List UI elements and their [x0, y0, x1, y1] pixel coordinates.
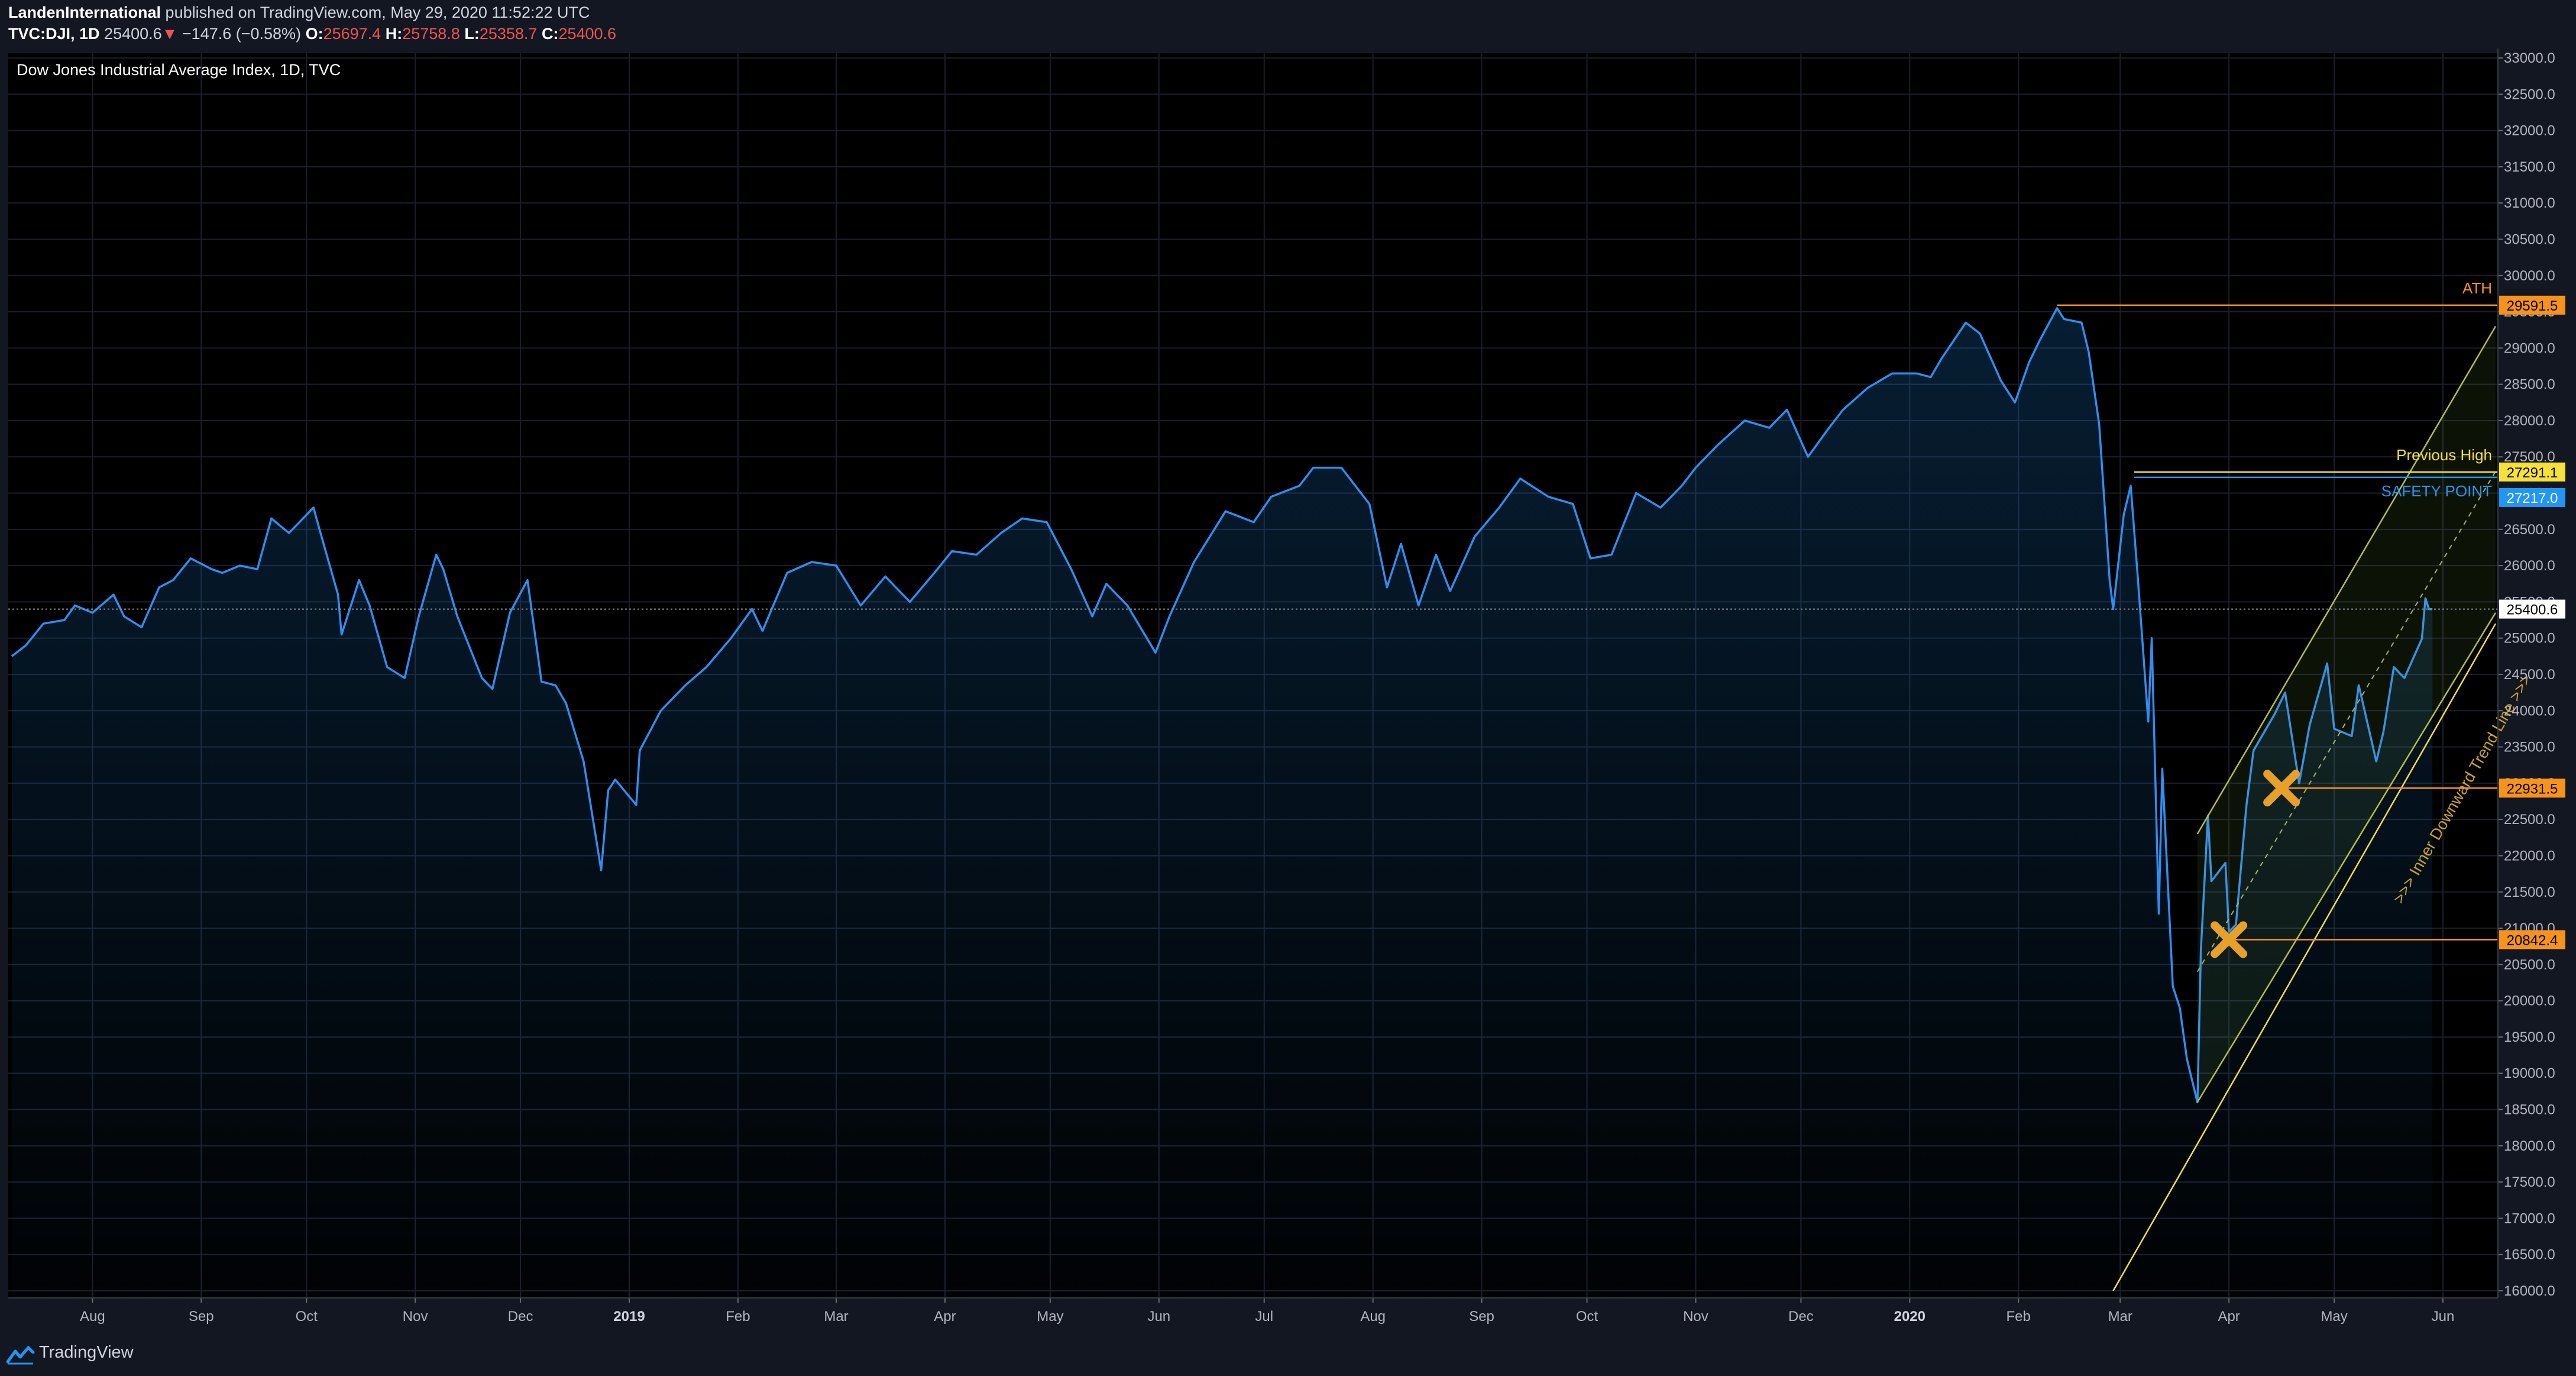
y-tick-label: 22500.0 — [2504, 812, 2555, 828]
y-tick-label: 29000.0 — [2504, 340, 2555, 356]
x-tick-label: May — [2321, 1309, 2347, 1325]
chart-title: Dow Jones Industrial Average Index, 1D, … — [17, 61, 341, 79]
x-tick-label: Dec — [1788, 1309, 1814, 1325]
x-tick-label: Jun — [2432, 1309, 2455, 1325]
y-axis-ticks: 16000.0 16500.0 17000.0 17500.0 18000.0 18500… — [2497, 49, 2555, 1299]
x-tick-label: Oct — [296, 1309, 318, 1325]
y-tick-label: 20000.0 — [2504, 993, 2555, 1009]
x-tick-label: Jun — [1147, 1309, 1170, 1325]
price-chart[interactable]: Dow Jones Industrial Average Index, 1D, … — [0, 0, 2576, 1333]
y-tick-label: 24000.0 — [2504, 703, 2555, 719]
x-tick-label: Jul — [1255, 1309, 1273, 1325]
price-tag-value: 20842.4 — [2507, 932, 2558, 948]
footer: TradingView — [0, 1333, 2576, 1376]
y-tick-label: 17000.0 — [2504, 1210, 2555, 1226]
x-tick-label: Apr — [934, 1309, 956, 1325]
x-tick-label: Mar — [2108, 1309, 2132, 1325]
y-tick-label: 28000.0 — [2504, 413, 2555, 429]
y-tick-label: 23500.0 — [2504, 739, 2555, 755]
x-tick-label: May — [1037, 1309, 1063, 1325]
y-tick-label: 30000.0 — [2504, 268, 2555, 284]
y-tick-label: 20500.0 — [2504, 957, 2555, 973]
level-label: ATH — [2462, 279, 2492, 297]
x-tick-label: Mar — [824, 1309, 848, 1325]
price-tag-value: 29591.5 — [2507, 298, 2558, 314]
x-tick-label: Nov — [1683, 1309, 1708, 1325]
x-tick-label: Feb — [726, 1309, 750, 1325]
y-tick-label: 32500.0 — [2504, 86, 2555, 102]
y-tick-label: 19500.0 — [2504, 1029, 2555, 1045]
y-tick-label: 31000.0 — [2504, 195, 2555, 211]
y-tick-label: 30500.0 — [2504, 231, 2555, 247]
x-tick-label: Nov — [403, 1309, 428, 1325]
tradingview-logo-icon[interactable] — [6, 1344, 35, 1365]
y-tick-label: 18500.0 — [2504, 1102, 2555, 1118]
last-price-tag-value: 25400.6 — [2507, 602, 2558, 618]
x-tick-label: Apr — [2218, 1309, 2240, 1325]
level-label: Previous High — [2396, 446, 2492, 464]
y-tick-label: 33000.0 — [2504, 50, 2555, 66]
y-tick-label: 31500.0 — [2504, 159, 2555, 175]
y-tick-label: 16500.0 — [2504, 1247, 2555, 1263]
x-tick-label: Dec — [508, 1309, 533, 1325]
y-tick-label: 28500.0 — [2504, 377, 2555, 393]
y-tick-label: 32000.0 — [2504, 123, 2555, 139]
x-tick-label: Sep — [1469, 1309, 1494, 1325]
y-tick-label: 25000.0 — [2504, 631, 2555, 647]
y-tick-label: 26000.0 — [2504, 558, 2555, 574]
x-tick-label: 2020 — [1894, 1309, 1925, 1325]
y-tick-label: 22000.0 — [2504, 848, 2555, 864]
level-label: SAFETY POINT — [2381, 482, 2492, 500]
price-tag-value: 27291.1 — [2507, 465, 2558, 481]
x-tick-label: Aug — [1360, 1309, 1386, 1325]
x-tick-label: 2019 — [613, 1309, 645, 1325]
y-tick-label: 16000.0 — [2504, 1283, 2555, 1299]
y-tick-label: 21500.0 — [2504, 884, 2555, 900]
y-tick-label: 18000.0 — [2504, 1138, 2555, 1154]
y-tick-label: 24500.0 — [2504, 667, 2555, 683]
footer-brand[interactable]: TradingView — [39, 1343, 134, 1362]
y-tick-label: 17500.0 — [2504, 1174, 2555, 1190]
price-tag-value: 22931.5 — [2507, 781, 2558, 797]
x-tick-label: Feb — [2007, 1309, 2031, 1325]
y-tick-label: 26500.0 — [2504, 522, 2555, 538]
price-tag-value: 27217.0 — [2507, 490, 2558, 506]
y-tick-label: 19000.0 — [2504, 1065, 2555, 1081]
x-tick-label: Oct — [1576, 1309, 1598, 1325]
x-tick-label: Aug — [80, 1309, 105, 1325]
x-tick-label: Sep — [189, 1309, 214, 1325]
